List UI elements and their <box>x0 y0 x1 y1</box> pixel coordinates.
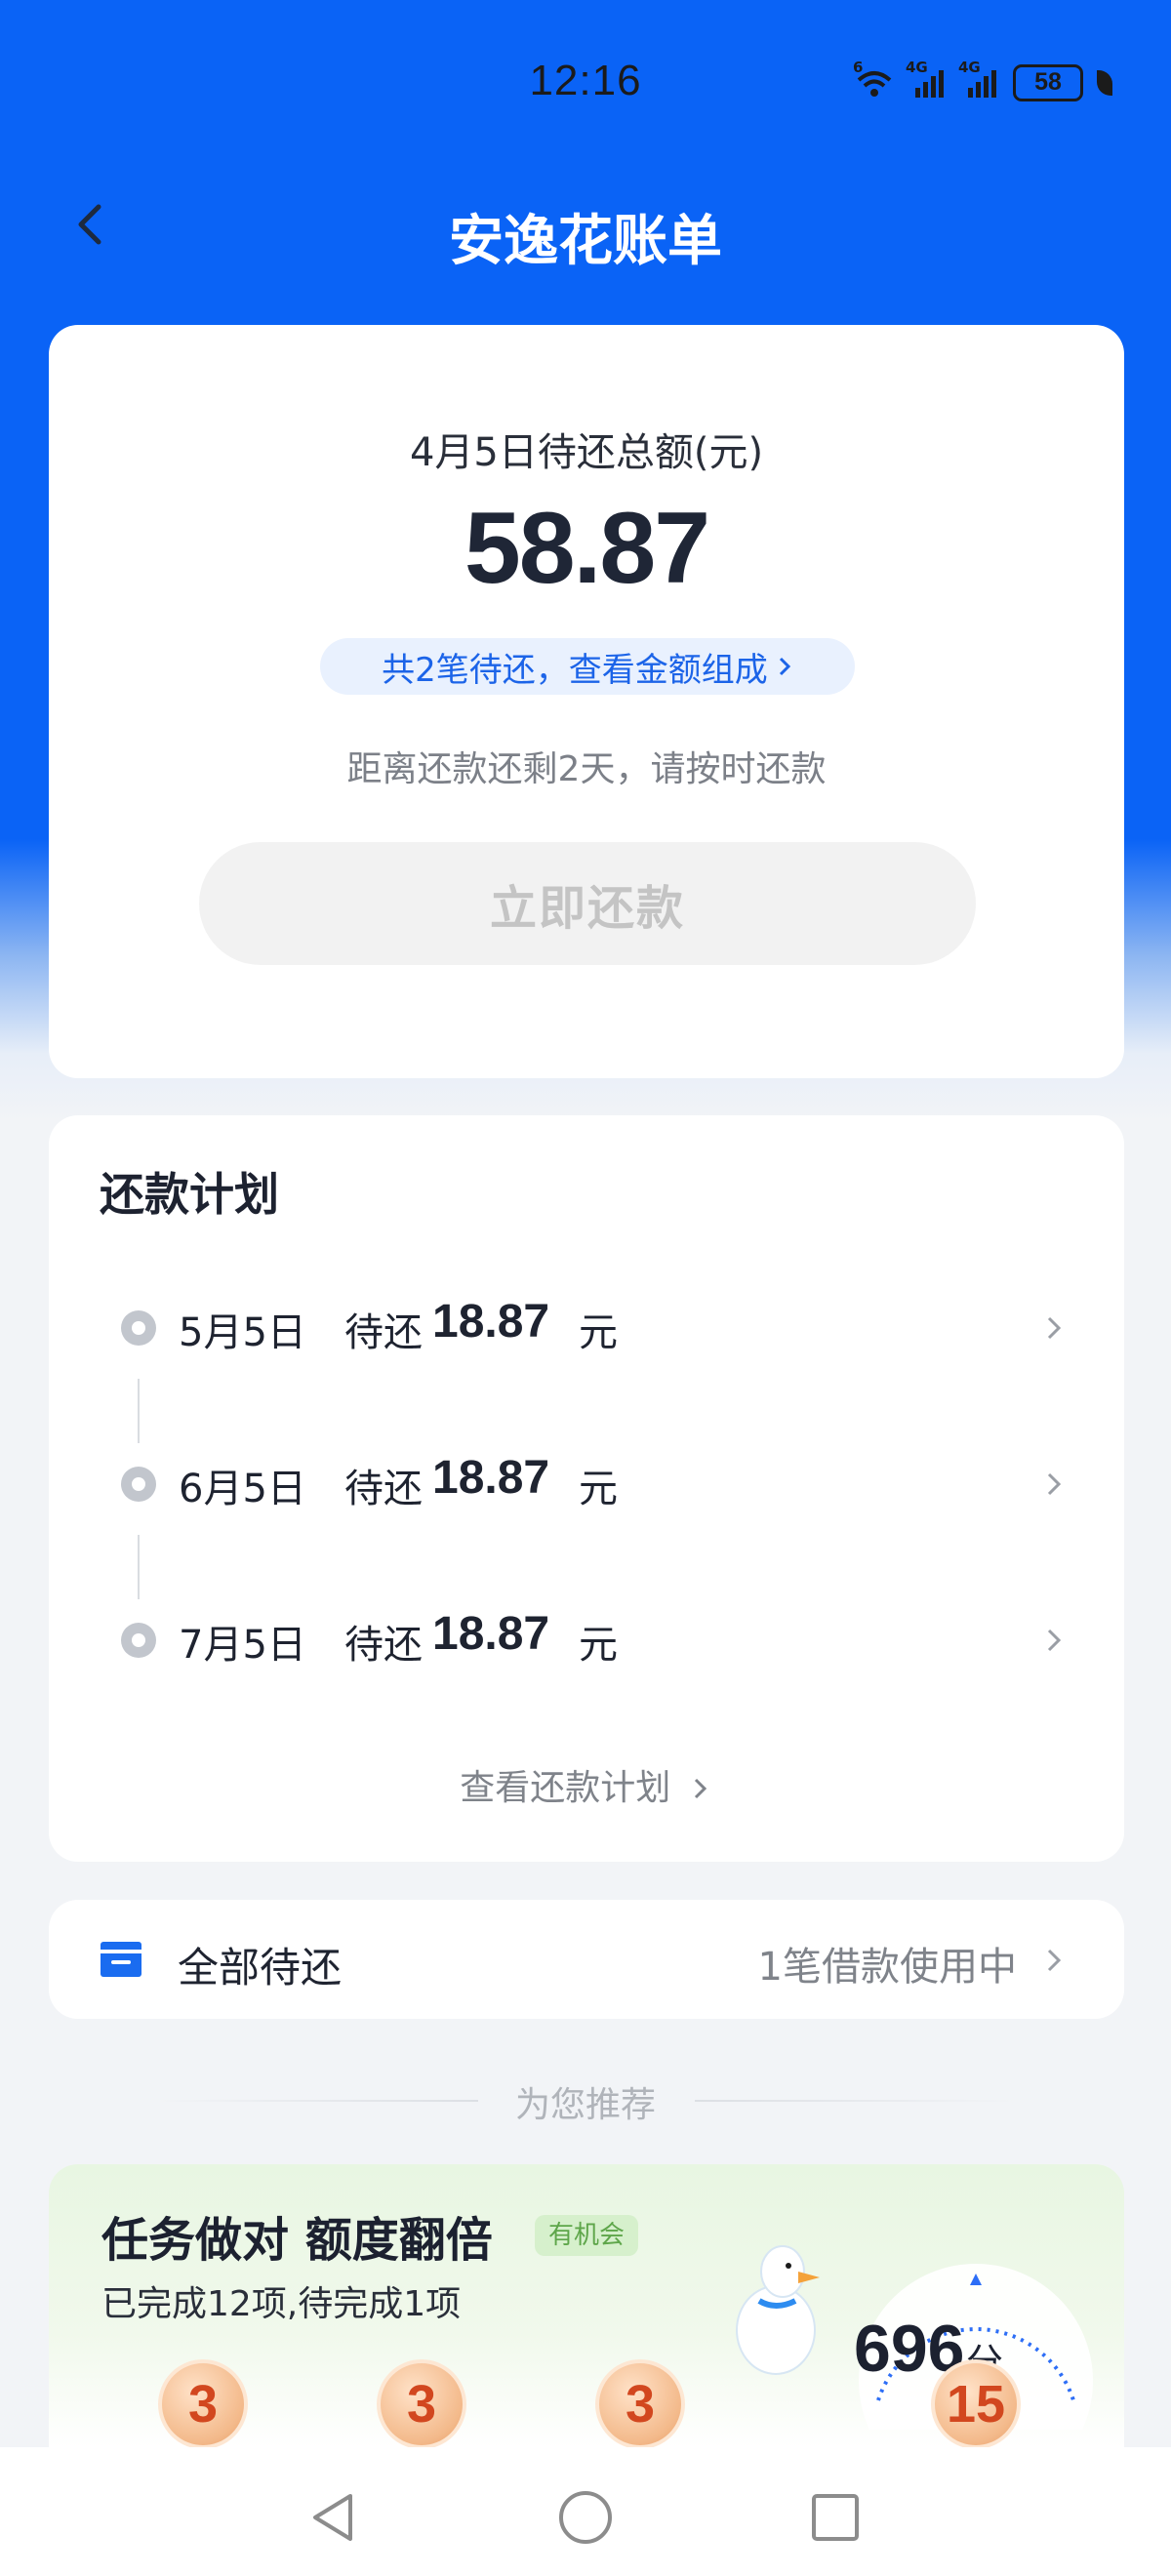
signal2-label: 4G <box>958 59 981 76</box>
wifi-icon: 6 <box>853 59 894 98</box>
promo-badge: 有机会 <box>535 2215 639 2256</box>
status-bar: 12:16 6 4G 4G 58 <box>0 0 1171 117</box>
plan-row[interactable]: 5月5日 待还 18.87 元 <box>49 1271 1124 1379</box>
recommend-label: 为您推荐 <box>514 2085 656 2125</box>
view-plan-text: 查看还款计划 <box>460 1768 671 1808</box>
promo-subtitle: 已完成12项,待完成1项 <box>101 2284 462 2324</box>
wifi-label: 6 <box>853 59 864 76</box>
plan-amount: 18.87 <box>432 1296 550 1348</box>
plan-date: 6月5日 <box>179 1467 306 1511</box>
page-title: 安逸花账单 <box>449 210 722 273</box>
leaf-icon <box>1097 70 1112 96</box>
plan-amount: 18.87 <box>432 1608 550 1660</box>
chevron-right-icon <box>1047 1949 1062 1972</box>
bill-total-amount: 58.87 <box>464 492 710 605</box>
amount-breakdown-text: 共2笔待还，查看金额组成 <box>382 650 768 690</box>
all-pending-label: 全部待还 <box>178 1944 343 1992</box>
plan-date: 5月5日 <box>179 1310 306 1355</box>
chevron-right-icon <box>1047 1472 1062 1496</box>
bill-card: 4月5日待还总额(元) 58.87 共2笔待还，查看金额组成 距离还款还剩2天，… <box>49 325 1124 1078</box>
chevron-right-icon <box>1047 1316 1062 1340</box>
plan-status: 待还 <box>344 1310 423 1355</box>
plan-unit: 元 <box>579 1310 618 1355</box>
battery-icon: 58 <box>1013 64 1083 101</box>
bill-box-icon <box>101 1942 141 1977</box>
timeline-dot-icon <box>121 1310 156 1346</box>
signal1-label: 4G <box>906 59 928 76</box>
plan-unit: 元 <box>579 1623 618 1668</box>
nav-back-icon[interactable] <box>305 2488 364 2547</box>
promo-title: 任务做对 额度翻倍 <box>101 2213 493 2268</box>
timeline-dot-icon <box>121 1623 156 1658</box>
cellular-signal-1-icon: 4G <box>906 59 947 98</box>
chevron-right-icon <box>694 1778 707 1799</box>
reward-coin[interactable]: 3 <box>158 2359 248 2447</box>
plan-status: 待还 <box>344 1623 423 1668</box>
all-pending-row[interactable]: 全部待还 1笔借款使用中 <box>49 1900 1124 2019</box>
system-nav-bar <box>0 2447 1171 2576</box>
nav-home-icon[interactable] <box>556 2488 615 2547</box>
reward-coin[interactable]: 15 <box>931 2359 1021 2447</box>
task-promo-card[interactable]: 任务做对 额度翻倍 有机会 已完成12项,待完成1项 696 分 3 3 3 1… <box>49 2164 1124 2447</box>
cellular-signal-2-icon: 4G <box>958 59 999 98</box>
view-plan-link[interactable]: 查看还款计划 <box>49 1759 1124 1810</box>
plan-row[interactable]: 6月5日 待还 18.87 元 <box>49 1428 1124 1535</box>
plan-row[interactable]: 7月5日 待还 18.87 元 <box>49 1584 1124 1691</box>
divider-line-right <box>695 2100 1017 2102</box>
all-pending-value: 1笔借款使用中 <box>757 1945 1017 1990</box>
page-header: 安逸花账单 <box>0 176 1171 273</box>
amount-breakdown-link[interactable]: 共2笔待还，查看金额组成 <box>320 638 855 695</box>
status-icons: 6 4G 4G 58 <box>853 59 1112 101</box>
goose-mascot-icon <box>736 2245 820 2375</box>
reward-coin[interactable]: 3 <box>377 2359 466 2447</box>
plan-date: 7月5日 <box>179 1623 306 1668</box>
timeline-dot-icon <box>121 1467 156 1502</box>
repay-now-button[interactable]: 立即还款 <box>199 842 976 965</box>
chevron-right-icon <box>1047 1629 1062 1652</box>
plan-status: 待还 <box>344 1467 423 1511</box>
reward-coin[interactable]: 3 <box>595 2359 685 2447</box>
chevron-right-icon <box>779 657 790 676</box>
plan-title: 还款计划 <box>100 1168 279 1221</box>
repayment-reminder: 距离还款还剩2天，请按时还款 <box>346 749 827 789</box>
plan-amount: 18.87 <box>432 1452 550 1504</box>
nav-recents-icon[interactable] <box>806 2488 865 2547</box>
plan-unit: 元 <box>579 1467 618 1511</box>
recommend-divider: 为您推荐 <box>0 2076 1171 2125</box>
bill-due-label: 4月5日待还总额(元) <box>409 430 764 475</box>
repayment-plan-card: 还款计划 5月5日 待还 18.87 元 6月5日 待还 18.87 元 7月5… <box>49 1115 1124 1862</box>
